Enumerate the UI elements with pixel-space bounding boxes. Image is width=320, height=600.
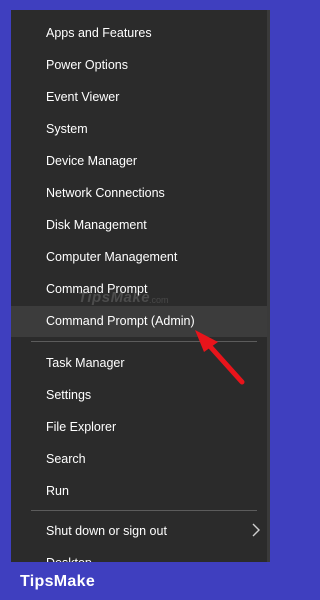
brand-logo-text: TipsMake	[20, 573, 96, 590]
menu-item-settings[interactable]: Settings	[11, 380, 267, 411]
footer-bar: TipsMake	[0, 562, 281, 600]
menu-separator	[31, 341, 257, 342]
chevron-right-icon[interactable]	[251, 523, 261, 537]
menu-item-event-viewer[interactable]: Event Viewer	[11, 82, 267, 113]
menu-item-power-options[interactable]: Power Options	[11, 50, 267, 81]
menu-item-search[interactable]: Search	[11, 444, 267, 475]
menu-item-run[interactable]: Run	[11, 476, 267, 507]
menu-item-apps-and-features[interactable]: Apps and Features	[11, 18, 267, 49]
menu-item-disk-management[interactable]: Disk Management	[11, 210, 267, 241]
menu-item-system[interactable]: System	[11, 114, 267, 145]
menu-item-computer-management[interactable]: Computer Management	[11, 242, 267, 273]
menu-item-file-explorer[interactable]: File Explorer	[11, 412, 267, 443]
menu-item-network-connections[interactable]: Network Connections	[11, 178, 267, 209]
menu-item-shut-down-or-sign-out[interactable]: Shut down or sign out	[11, 516, 267, 547]
menu-item-command-prompt-admin[interactable]: Command Prompt (Admin)	[11, 306, 267, 337]
winx-context-menu: Apps and Features Power Options Event Vi…	[11, 10, 270, 562]
menu-item-device-manager[interactable]: Device Manager	[11, 146, 267, 177]
menu-scrollbar[interactable]	[267, 10, 270, 562]
menu-item-command-prompt[interactable]: Command Prompt	[11, 274, 267, 305]
menu-separator	[31, 510, 257, 511]
menu-item-task-manager[interactable]: Task Manager	[11, 348, 267, 379]
menu-item-desktop[interactable]: Desktop	[11, 548, 267, 562]
